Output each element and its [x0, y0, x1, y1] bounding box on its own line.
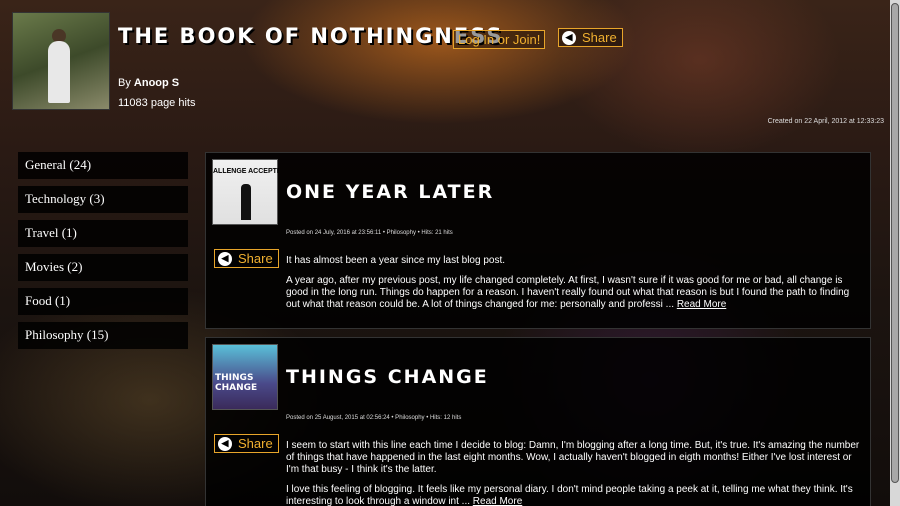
share-label: Share: [238, 436, 273, 451]
read-more-link[interactable]: Read More: [677, 299, 726, 310]
thumbnail-caption: ALLENGE ACCEPTE: [213, 168, 279, 175]
byline: By Anoop S: [118, 77, 179, 89]
post-paragraph: A year ago, after my previous post, my l…: [286, 275, 850, 310]
created-date: Created on 22 April, 2012 at 12:33:23: [767, 118, 884, 125]
post-title[interactable]: ONE YEAR LATER: [286, 181, 494, 203]
share-icon: ◀: [562, 30, 576, 45]
post-paragraph: I seem to start with this line each time…: [286, 440, 860, 475]
category-technology[interactable]: Technology (3): [18, 186, 188, 213]
share-icon: ◀: [218, 436, 232, 451]
vertical-scrollbar[interactable]: [890, 0, 900, 506]
post-share-button[interactable]: ◀ Share: [214, 249, 279, 268]
category-sidebar: General (24) Technology (3) Travel (1) M…: [18, 152, 188, 356]
blog-post: THINGS CHANGE THINGS CHANGE Posted on 25…: [205, 337, 871, 506]
read-more-link[interactable]: Read More: [473, 496, 522, 506]
category-travel[interactable]: Travel (1): [18, 220, 188, 247]
login-join-button[interactable]: Log In or Join!: [453, 30, 546, 49]
page-hits: 11083 page hits: [118, 97, 196, 109]
share-button[interactable]: ◀ Share: [558, 28, 623, 47]
post-excerpt: I seem to start with this line each time…: [286, 440, 864, 506]
category-philosophy[interactable]: Philosophy (15): [18, 322, 188, 349]
scrollbar-thumb[interactable]: [891, 3, 899, 483]
category-movies[interactable]: Movies (2): [18, 254, 188, 281]
category-general[interactable]: General (24): [18, 152, 188, 179]
author-name[interactable]: Anoop S: [134, 77, 179, 89]
avatar-body: [48, 41, 70, 103]
by-prefix: By: [118, 77, 131, 89]
post-title[interactable]: THINGS CHANGE: [286, 366, 489, 388]
post-paragraph: It has almost been a year since my last …: [286, 255, 505, 266]
post-excerpt: It has almost been a year since my last …: [286, 255, 864, 319]
share-label: Share: [582, 30, 617, 45]
post-thumbnail[interactable]: ALLENGE ACCEPTE: [212, 159, 279, 225]
post-meta: Posted on 24 July, 2016 at 23:56:11 • Ph…: [286, 230, 453, 236]
post-paragraph: I love this feeling of blogging. It feel…: [286, 484, 853, 506]
post-meta: Posted on 25 August, 2015 at 02:56:24 • …: [286, 415, 462, 421]
author-avatar[interactable]: [12, 12, 110, 110]
post-share-button[interactable]: ◀ Share: [214, 434, 279, 453]
post-paragraph-block: I love this feeling of blogging. It feel…: [286, 484, 864, 506]
share-icon: ◀: [218, 251, 232, 266]
thumbnail-figure: [241, 184, 251, 220]
post-thumbnail[interactable]: THINGS CHANGE: [212, 344, 278, 410]
post-paragraph-block: A year ago, after my previous post, my l…: [286, 275, 864, 311]
blog-title[interactable]: THE BOOK OF NOTHINGNESS: [118, 24, 504, 48]
share-label: Share: [238, 251, 273, 266]
thumbnail-caption: THINGS CHANGE: [215, 373, 258, 393]
blog-post: ALLENGE ACCEPTE ONE YEAR LATER Posted on…: [205, 152, 871, 329]
category-food[interactable]: Food (1): [18, 288, 188, 315]
post-list: ALLENGE ACCEPTE ONE YEAR LATER Posted on…: [205, 152, 871, 506]
